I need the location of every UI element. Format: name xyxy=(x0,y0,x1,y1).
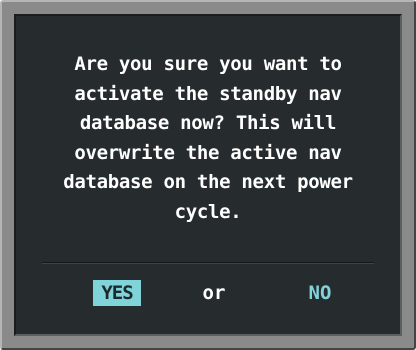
yes-button[interactable]: YES xyxy=(93,280,141,306)
message-line: database on the next power xyxy=(63,171,353,193)
dialog-divider xyxy=(42,262,374,264)
confirmation-dialog: Are you sure you want to activate the st… xyxy=(14,14,402,336)
message-line: cycle. xyxy=(174,200,242,223)
message-line: overwrite the active nav xyxy=(74,141,342,164)
display-bezel: Are you sure you want to activate the st… xyxy=(0,0,416,350)
message-line: database now? This will xyxy=(79,112,337,134)
dialog-message: Are you sure you want to activate the st… xyxy=(26,50,390,227)
no-button[interactable]: NO xyxy=(302,280,338,306)
message-line: activate the standby nav xyxy=(74,82,342,105)
or-label: or xyxy=(202,282,226,304)
message-line: Are you sure you want to xyxy=(74,53,342,75)
